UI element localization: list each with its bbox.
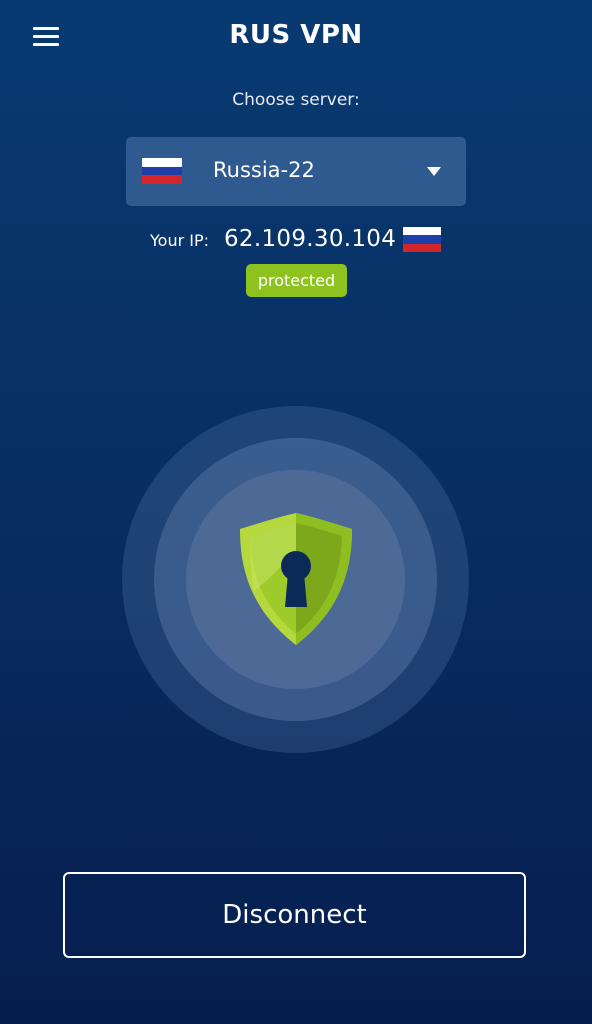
status-badge: protected <box>246 264 347 297</box>
russia-flag-icon <box>142 158 182 184</box>
russia-flag-icon <box>403 227 441 252</box>
ip-label: Your IP: <box>150 231 209 250</box>
server-dropdown[interactable]: Russia-22 <box>126 137 466 206</box>
app-title: RUS VPN <box>229 20 363 50</box>
disconnect-button[interactable]: Disconnect <box>63 872 526 958</box>
ip-address-value: 62.109.30.104 <box>224 226 397 252</box>
ip-info-row: Your IP: 62.109.30.104 <box>150 225 450 255</box>
choose-server-label: Choose server: <box>232 90 360 110</box>
chevron-down-icon <box>427 167 441 176</box>
selected-server-name: Russia-22 <box>213 158 315 182</box>
shield-lock-icon <box>240 513 352 645</box>
vpn-app-screen: RUS VPN Choose server: Russia-22 Your IP… <box>0 0 592 1024</box>
